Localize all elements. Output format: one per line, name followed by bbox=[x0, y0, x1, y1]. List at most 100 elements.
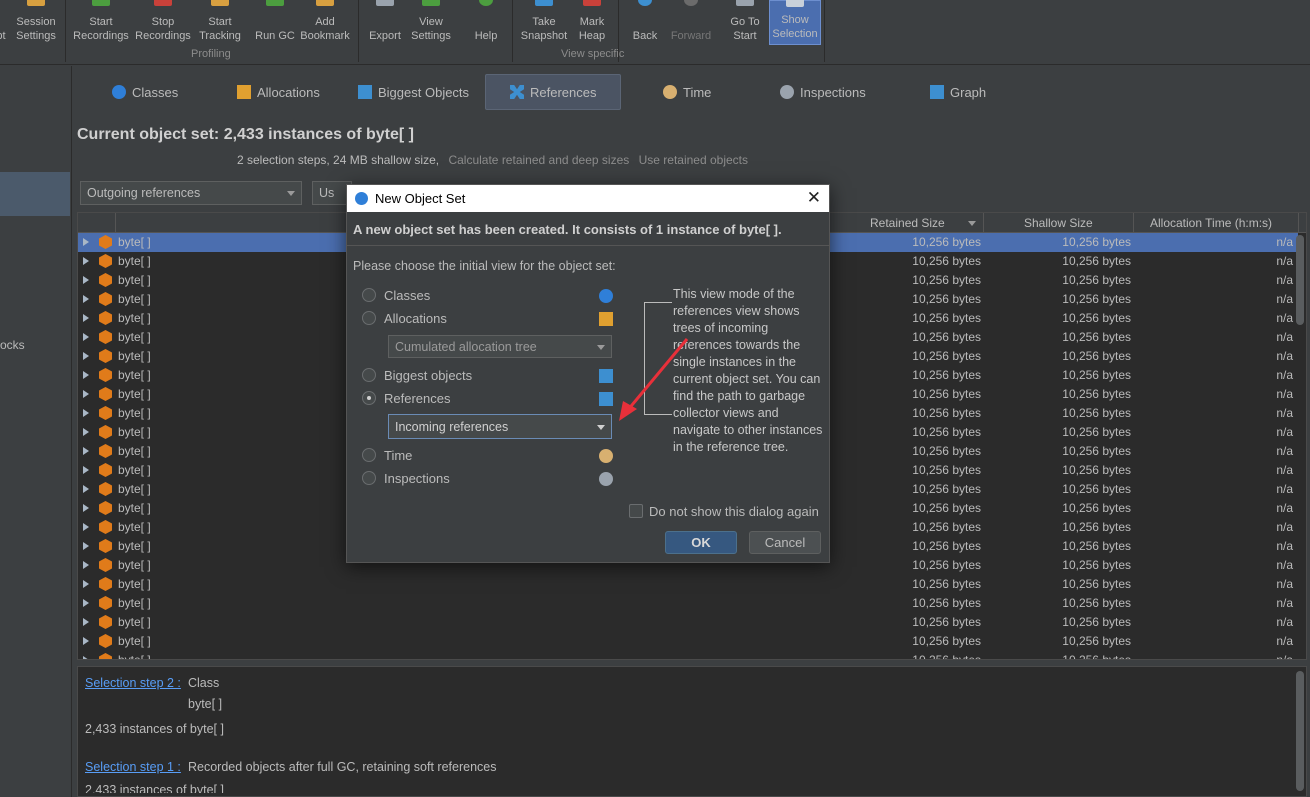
export-button[interactable]: Export bbox=[364, 0, 406, 46]
radio-time[interactable] bbox=[362, 448, 376, 462]
calculate-sizes-link[interactable]: Calculate retained and deep sizes bbox=[448, 153, 629, 167]
expand-icon[interactable] bbox=[83, 371, 89, 379]
start-tracking-button[interactable]: Start Tracking bbox=[196, 0, 244, 46]
option-classes-label[interactable]: Classes bbox=[384, 288, 430, 303]
expand-icon[interactable] bbox=[83, 352, 89, 360]
mark-heap-button[interactable]: Mark Heap bbox=[574, 0, 610, 46]
col-retained-size[interactable]: Retained Size bbox=[870, 216, 945, 230]
table-row[interactable]: byte[ ] 10,256 bytes 10,256 bytes n/a bbox=[78, 613, 1298, 632]
add-bookmark-button[interactable]: Add Bookmark bbox=[298, 0, 352, 46]
references-mode-combo[interactable]: Incoming references bbox=[388, 414, 612, 439]
expand-icon[interactable] bbox=[83, 295, 89, 303]
expand-icon[interactable] bbox=[83, 466, 89, 474]
view-settings-button[interactable]: View Settings bbox=[408, 0, 454, 46]
table-row[interactable]: byte[ ] 10,256 bytes 10,256 bytes n/a bbox=[78, 651, 1298, 659]
view-description: This view mode of the references view sh… bbox=[673, 287, 823, 454]
take-snapshot-button[interactable]: Take Snapshot bbox=[518, 0, 570, 46]
expand-icon[interactable] bbox=[83, 485, 89, 493]
expand-icon[interactable] bbox=[83, 333, 89, 341]
back-button[interactable]: Back bbox=[628, 0, 662, 46]
expand-icon[interactable] bbox=[83, 447, 89, 455]
snapshot-toolbar-button[interactable]: pt bbox=[0, 0, 10, 46]
forward-button[interactable]: Forward bbox=[666, 0, 716, 46]
expand-icon[interactable] bbox=[83, 637, 89, 645]
radio-allocations[interactable] bbox=[362, 311, 376, 325]
use-retained-link[interactable]: Use retained objects bbox=[639, 153, 748, 167]
row-shallow-size: 10,256 bytes bbox=[1062, 311, 1131, 325]
row-retained-size: 10,256 bytes bbox=[912, 520, 981, 534]
table-row[interactable]: byte[ ] 10,256 bytes 10,256 bytes n/a bbox=[78, 575, 1298, 594]
tab-graph[interactable]: Graph bbox=[930, 74, 986, 110]
expand-icon[interactable] bbox=[83, 276, 89, 284]
reference-mode-combo[interactable]: Outgoing references bbox=[80, 181, 302, 205]
radio-classes[interactable] bbox=[362, 288, 376, 302]
expand-icon[interactable] bbox=[83, 314, 89, 322]
expand-icon[interactable] bbox=[83, 599, 89, 607]
col-shallow-size[interactable]: Shallow Size bbox=[1024, 216, 1093, 230]
close-icon[interactable]: ✕ bbox=[807, 188, 821, 208]
row-shallow-size: 10,256 bytes bbox=[1062, 444, 1131, 458]
run-gc-button[interactable]: Run GC bbox=[254, 0, 296, 46]
tab-time[interactable]: Time bbox=[663, 74, 711, 110]
sidebar-selected-item[interactable] bbox=[0, 172, 70, 216]
time-icon bbox=[599, 449, 613, 463]
col-allocation-time[interactable]: Allocation Time (h:m:s) bbox=[1150, 216, 1272, 230]
row-shallow-size: 10,256 bytes bbox=[1062, 520, 1131, 534]
option-references-label[interactable]: References bbox=[384, 391, 450, 406]
session-settings-button[interactable]: Session Settings bbox=[12, 0, 60, 46]
expand-icon[interactable] bbox=[83, 238, 89, 246]
row-retained-size: 10,256 bytes bbox=[912, 273, 981, 287]
stop-recordings-button[interactable]: Stop Recordings bbox=[134, 0, 192, 46]
object-set-summary: 2 selection steps, 24 MB shallow size, C… bbox=[237, 153, 748, 167]
expand-icon[interactable] bbox=[83, 656, 89, 659]
radio-biggest-objects[interactable] bbox=[362, 368, 376, 382]
expand-icon[interactable] bbox=[83, 580, 89, 588]
expand-icon[interactable] bbox=[83, 504, 89, 512]
help-button[interactable]: Help bbox=[470, 0, 502, 46]
start-recordings-button[interactable]: Start Recordings bbox=[70, 0, 132, 46]
row-shallow-size: 10,256 bytes bbox=[1062, 292, 1131, 306]
dialog-message: A new object set has been created. It co… bbox=[353, 222, 782, 237]
tab-allocations[interactable]: Allocations bbox=[237, 74, 320, 110]
tab-classes[interactable]: Classes bbox=[112, 74, 178, 110]
row-allocation-time: n/a bbox=[1276, 558, 1293, 572]
ok-button[interactable]: OK bbox=[665, 531, 737, 554]
tab-references[interactable]: References bbox=[485, 74, 622, 110]
radio-references[interactable] bbox=[362, 391, 376, 405]
expand-icon[interactable] bbox=[83, 542, 89, 550]
object-cube-icon bbox=[99, 634, 112, 648]
sidebar-item-label[interactable]: ocks bbox=[0, 338, 25, 352]
object-cube-icon bbox=[99, 311, 112, 325]
go-to-start-button[interactable]: Go To Start bbox=[724, 0, 766, 46]
object-cube-icon bbox=[99, 292, 112, 306]
radio-inspections[interactable] bbox=[362, 471, 376, 485]
row-class-name: byte[ ] bbox=[118, 387, 151, 401]
option-time-label[interactable]: Time bbox=[384, 448, 412, 463]
allocation-tree-combo[interactable]: Cumulated allocation tree bbox=[388, 335, 612, 358]
dont-show-label[interactable]: Do not show this dialog again bbox=[649, 504, 819, 519]
expand-icon[interactable] bbox=[83, 428, 89, 436]
table-row[interactable]: byte[ ] 10,256 bytes 10,256 bytes n/a bbox=[78, 632, 1298, 651]
expand-icon[interactable] bbox=[83, 523, 89, 531]
bottom-scrollbar[interactable] bbox=[1296, 671, 1304, 791]
table-row[interactable]: byte[ ] 10,256 bytes 10,256 bytes n/a bbox=[78, 594, 1298, 613]
cancel-button[interactable]: Cancel bbox=[749, 531, 821, 554]
selection-step-2-link[interactable]: Selection step 2 : bbox=[85, 676, 181, 690]
row-retained-size: 10,256 bytes bbox=[912, 463, 981, 477]
table-scrollbar[interactable] bbox=[1296, 235, 1304, 325]
option-biggest-label[interactable]: Biggest objects bbox=[384, 368, 472, 383]
option-allocations-label[interactable]: Allocations bbox=[384, 311, 447, 326]
expand-icon[interactable] bbox=[83, 257, 89, 265]
option-inspections-label[interactable]: Inspections bbox=[384, 471, 450, 486]
expand-icon[interactable] bbox=[83, 561, 89, 569]
show-selection-button[interactable]: Show Selection bbox=[769, 0, 821, 45]
selection-step-1-count: 2,433 instances of byte[ ] bbox=[85, 783, 224, 793]
tab-inspections[interactable]: Inspections bbox=[780, 74, 866, 110]
tab-biggest-objects[interactable]: Biggest Objects bbox=[358, 74, 469, 110]
expand-icon[interactable] bbox=[83, 409, 89, 417]
expand-icon[interactable] bbox=[83, 390, 89, 398]
expand-icon[interactable] bbox=[83, 618, 89, 626]
row-class-name: byte[ ] bbox=[118, 349, 151, 363]
dont-show-checkbox[interactable] bbox=[629, 504, 643, 518]
selection-step-1-link[interactable]: Selection step 1 : bbox=[85, 760, 181, 774]
